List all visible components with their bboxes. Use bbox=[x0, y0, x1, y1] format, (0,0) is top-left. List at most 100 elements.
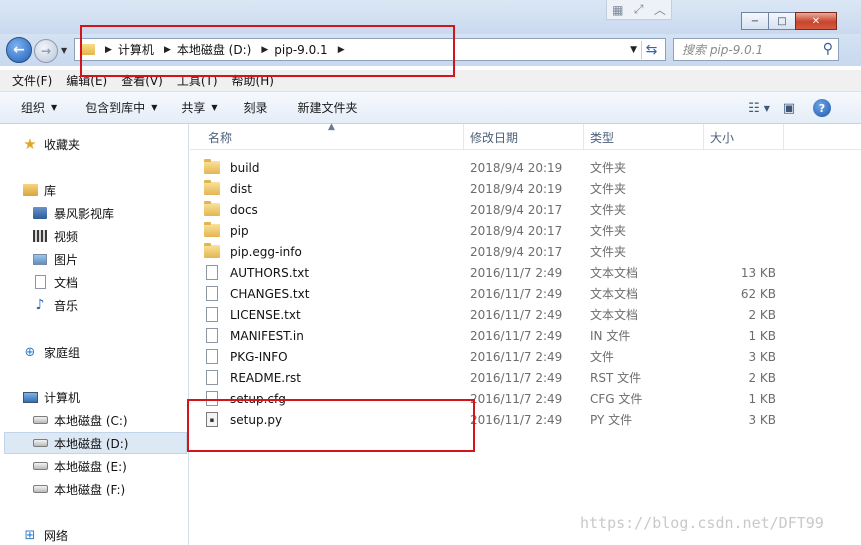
window-controls: − □ ✕ bbox=[741, 12, 837, 30]
menu-help[interactable]: 帮助(H) bbox=[226, 72, 280, 89]
file-size: 13 KB bbox=[740, 265, 776, 280]
column-date[interactable]: 修改日期 bbox=[464, 124, 584, 150]
breadcrumb-computer[interactable]: 计算机 bbox=[118, 41, 154, 58]
breadcrumb-chevron-icon[interactable]: ▶ bbox=[261, 45, 268, 55]
file-row[interactable]: setup.cfg 2016/11/7 2:49 CFG 文件 1 KB bbox=[204, 388, 784, 409]
nav-drive-e[interactable]: 本地磁盘 (E:) bbox=[32, 455, 127, 477]
close-button[interactable]: ✕ bbox=[795, 12, 837, 30]
column-size[interactable]: 大小 bbox=[704, 124, 784, 150]
file-icon bbox=[206, 328, 218, 343]
file-name: LICENSE.txt bbox=[230, 307, 301, 322]
file-name-cell: CHANGES.txt bbox=[204, 283, 309, 304]
search-input[interactable]: 搜索 pip-9.0.1 ⚲ bbox=[673, 38, 839, 61]
nav-lib-baofeng[interactable]: 暴风影视库 bbox=[32, 202, 114, 224]
nav-drive-f[interactable]: 本地磁盘 (F:) bbox=[32, 478, 125, 500]
file-type: 文件夹 bbox=[590, 161, 627, 175]
file-date: 2016/11/7 2:49 bbox=[470, 370, 563, 385]
organize-button[interactable]: 组织 ▼ bbox=[12, 99, 66, 116]
nav-lib-pictures[interactable]: 图片 bbox=[32, 248, 78, 270]
folder-icon bbox=[204, 159, 220, 174]
homegroup-icon: ⊕ bbox=[24, 344, 36, 360]
menu-tools[interactable]: 工具(T) bbox=[171, 72, 224, 89]
file-name-cell: LICENSE.txt bbox=[204, 304, 301, 325]
nav-lib-label: 暴风影视库 bbox=[54, 206, 115, 221]
nav-favorites[interactable]: ★ 收藏夹 bbox=[22, 133, 80, 155]
breadcrumb-chevron-icon[interactable]: ▶ bbox=[105, 45, 112, 55]
nav-lib-videos[interactable]: 视频 bbox=[32, 225, 78, 247]
file-size bbox=[684, 241, 776, 262]
menu-edit[interactable]: 编辑(E) bbox=[60, 72, 113, 89]
caret-down-icon: ▼ bbox=[51, 103, 58, 112]
file-row[interactable]: build 2018/9/4 20:19 文件夹 bbox=[204, 157, 784, 178]
column-name-label: 名称 bbox=[208, 130, 233, 145]
menu-view[interactable]: 查看(V) bbox=[115, 72, 169, 89]
file-name-cell: README.rst bbox=[204, 367, 301, 388]
column-type[interactable]: 类型 bbox=[584, 124, 704, 150]
column-name[interactable]: 名称 bbox=[202, 124, 464, 150]
file-row[interactable]: CHANGES.txt 2016/11/7 2:49 文本文档 62 KB bbox=[204, 283, 784, 304]
nav-drive-d[interactable]: 本地磁盘 (D:) bbox=[4, 432, 187, 454]
file-name: CHANGES.txt bbox=[230, 286, 310, 301]
breadcrumb-chevron-icon[interactable]: ▶ bbox=[338, 45, 345, 55]
nav-lib-documents[interactable]: 文档 bbox=[32, 271, 78, 293]
file-type: 文本文档 bbox=[590, 308, 639, 322]
nav-computer[interactable]: 计算机 bbox=[22, 386, 80, 408]
maximize-arrows-icon[interactable]: ⤢ bbox=[634, 2, 644, 17]
breadcrumb-pip-folder[interactable]: pip-9.0.1 bbox=[274, 43, 327, 57]
new-folder-button[interactable]: 新建文件夹 bbox=[289, 99, 367, 116]
new-folder-label: 新建文件夹 bbox=[297, 101, 358, 115]
file-row[interactable]: ▪ setup.py 2016/11/7 2:49 PY 文件 3 KB bbox=[204, 409, 784, 430]
breadcrumb-drive-d[interactable]: 本地磁盘 (D:) bbox=[177, 41, 251, 58]
file-row[interactable]: docs 2018/9/4 20:17 文件夹 bbox=[204, 199, 784, 220]
file-type: 文件夹 bbox=[590, 182, 627, 196]
column-size-label: 大小 bbox=[710, 130, 735, 145]
file-row[interactable]: AUTHORS.txt 2016/11/7 2:49 文本文档 13 KB bbox=[204, 262, 784, 283]
back-button[interactable]: ← bbox=[6, 37, 32, 63]
breadcrumb-chevron-icon[interactable]: ▶ bbox=[164, 45, 171, 55]
address-dropdown-icon[interactable]: ▼ bbox=[630, 45, 637, 55]
history-dropdown-icon[interactable]: ▼ bbox=[61, 46, 67, 55]
file-row[interactable]: PKG-INFO 2016/11/7 2:49 文件 3 KB bbox=[204, 346, 784, 367]
file-name: setup.py bbox=[230, 412, 283, 427]
chevron-up-icon[interactable]: ︿ bbox=[654, 1, 666, 18]
share-button[interactable]: 共享 ▼ bbox=[172, 99, 226, 116]
file-row[interactable]: MANIFEST.in 2016/11/7 2:49 IN 文件 1 KB bbox=[204, 325, 784, 346]
refresh-icon[interactable]: ⇆ bbox=[641, 41, 661, 59]
maximize-button[interactable]: □ bbox=[768, 12, 796, 30]
forward-button[interactable]: → bbox=[34, 39, 58, 63]
burn-button[interactable]: 刻录 bbox=[235, 99, 277, 116]
snap-widget[interactable]: ▦ ⤢ ︿ bbox=[606, 0, 672, 20]
file-row[interactable]: LICENSE.txt 2016/11/7 2:49 文本文档 2 KB bbox=[204, 304, 784, 325]
nav-drive-label: 本地磁盘 (D:) bbox=[54, 436, 129, 451]
address-bar[interactable]: ▶ 计算机 ▶ 本地磁盘 (D:) ▶ pip-9.0.1 ▶ ▼ ⇆ bbox=[74, 38, 666, 61]
file-row[interactable]: dist 2018/9/4 20:19 文件夹 bbox=[204, 178, 784, 199]
preview-pane-icon[interactable]: ▣ bbox=[777, 98, 801, 118]
file-row[interactable]: pip.egg-info 2018/9/4 20:17 文件夹 bbox=[204, 241, 784, 262]
view-controls: ☷ ▼ ▣ ? bbox=[741, 98, 831, 118]
minimize-button[interactable]: − bbox=[741, 12, 769, 30]
file-row[interactable]: pip 2018/9/4 20:17 文件夹 bbox=[204, 220, 784, 241]
nav-lib-music[interactable]: ♪ 音乐 bbox=[32, 294, 78, 316]
drive-icon bbox=[32, 482, 48, 496]
file-date: 2016/11/7 2:49 bbox=[470, 286, 563, 301]
file-name-cell: AUTHORS.txt bbox=[204, 262, 309, 283]
nav-network[interactable]: ⊞ 网络 bbox=[22, 524, 68, 545]
nav-homegroup[interactable]: ⊕ 家庭组 bbox=[22, 341, 80, 363]
file-size: 1 KB bbox=[748, 391, 776, 406]
grid-icon[interactable]: ▦ bbox=[612, 3, 623, 17]
file-row[interactable]: README.rst 2016/11/7 2:49 RST 文件 2 KB bbox=[204, 367, 784, 388]
file-size bbox=[684, 157, 776, 178]
nav-drive-c[interactable]: 本地磁盘 (C:) bbox=[32, 409, 128, 431]
file-type: CFG 文件 bbox=[590, 392, 643, 406]
menu-file[interactable]: 文件(F) bbox=[6, 72, 58, 89]
include-in-library-label: 包含到库中 bbox=[85, 101, 146, 115]
include-in-library-button[interactable]: 包含到库中 ▼ bbox=[76, 99, 166, 116]
search-icon[interactable]: ⚲ bbox=[823, 41, 833, 57]
nav-libraries[interactable]: 库 bbox=[22, 179, 56, 201]
network-icon: ⊞ bbox=[24, 527, 36, 543]
view-options-icon[interactable]: ☷ ▼ bbox=[747, 98, 771, 118]
help-icon[interactable]: ? bbox=[813, 99, 831, 117]
file-name-cell: dist bbox=[204, 178, 252, 199]
folder-icon bbox=[204, 243, 220, 258]
nav-homegroup-label: 家庭组 bbox=[44, 345, 81, 360]
